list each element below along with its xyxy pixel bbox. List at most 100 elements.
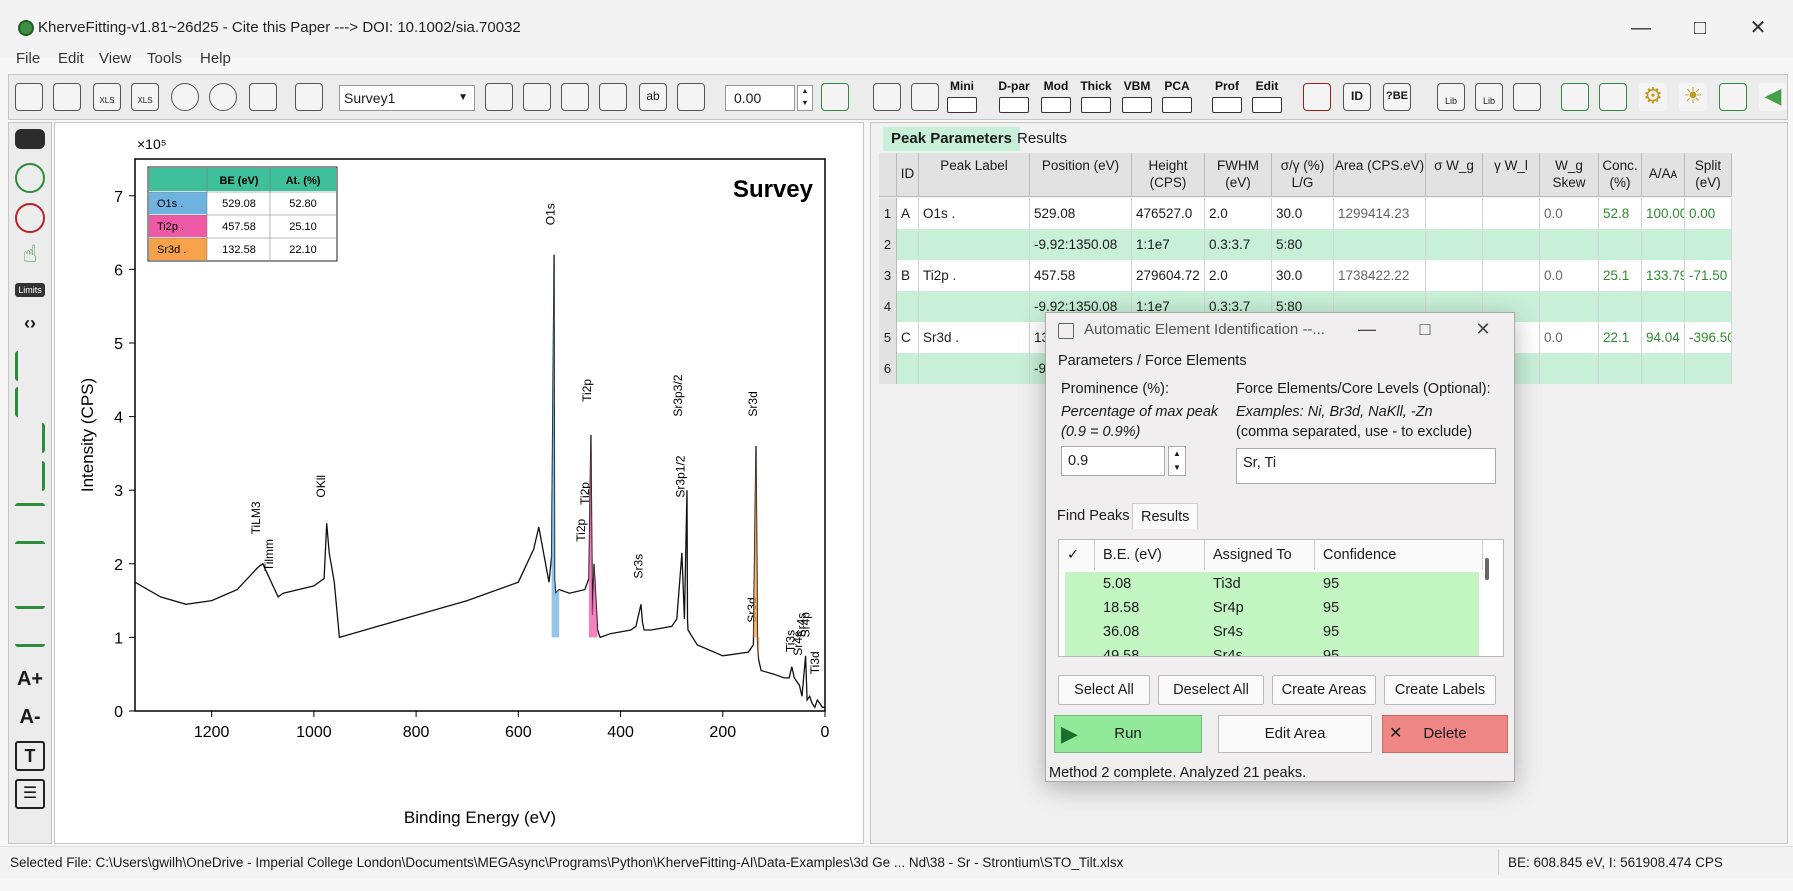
row-number[interactable]: 5: [879, 322, 897, 353]
grid-cell[interactable]: 1299414.23: [1334, 198, 1426, 229]
grid-cell[interactable]: 0.00: [1685, 198, 1732, 229]
open-folder-icon[interactable]: [15, 83, 43, 111]
undo-icon[interactable]: [171, 83, 199, 111]
row-number[interactable]: 2: [879, 229, 897, 260]
pca-label[interactable]: PCA: [1160, 79, 1194, 93]
grid-cell[interactable]: 133.79: [1642, 260, 1685, 291]
create-areas-button[interactable]: Create Areas: [1272, 675, 1376, 705]
sheet-select[interactable]: Survey1 ▼: [339, 85, 475, 111]
dialog-minimize-button[interactable]: —: [1352, 317, 1382, 343]
table-row[interactable]: 1 A O1s . 529.08 476527.0 2.0 30.0 1299414.23 0.…: [879, 198, 1732, 229]
copy-icon[interactable]: [561, 83, 589, 111]
grid-cell[interactable]: 0.0: [1540, 322, 1599, 353]
grid-cell[interactable]: B: [897, 260, 919, 291]
grid-cell[interactable]: [1426, 260, 1483, 291]
col-assigned[interactable]: Assigned To: [1205, 540, 1315, 570]
menu-file[interactable]: File: [16, 50, 40, 67]
dpar-icon[interactable]: [999, 97, 1029, 113]
grid-cell[interactable]: [1483, 260, 1540, 291]
col-check[interactable]: ✓: [1059, 540, 1095, 570]
dpar-label[interactable]: D-par: [997, 79, 1031, 93]
prominence-input[interactable]: 0.9: [1061, 446, 1165, 476]
mini-label[interactable]: Mini: [945, 79, 979, 93]
offset-spinbox[interactable]: 0.00: [725, 85, 795, 111]
grid-cell[interactable]: [1642, 229, 1685, 260]
run-button[interactable]: ▶ Run: [1054, 715, 1202, 753]
shift-left-icon[interactable]: [15, 423, 45, 453]
grid-cell[interactable]: 22.1: [1599, 322, 1642, 353]
grid-cell[interactable]: Ti2p .: [919, 260, 1030, 291]
col-confidence[interactable]: Confidence: [1315, 540, 1483, 570]
dialog-tab-results[interactable]: Results: [1132, 503, 1199, 529]
grid-cell[interactable]: 1:1e7: [1132, 229, 1205, 260]
grid-cell[interactable]: 529.08: [1030, 198, 1132, 229]
grid-cell[interactable]: 5:80: [1272, 229, 1334, 260]
element-id-icon[interactable]: [1303, 83, 1331, 111]
result-row[interactable]: 18.58 Sr4p 95: [1065, 596, 1479, 620]
limits-icon[interactable]: Limits: [15, 283, 45, 297]
result-row[interactable]: 36.08 Sr4s 95: [1065, 620, 1479, 644]
grid-cell[interactable]: [897, 291, 919, 322]
grid-cell[interactable]: 0.0: [1540, 198, 1599, 229]
raise-icon[interactable]: [15, 503, 45, 533]
excel-icon[interactable]: [1561, 83, 1589, 111]
up-icon[interactable]: [15, 579, 45, 609]
results-scrollbar[interactable]: [1485, 558, 1489, 580]
mod-label[interactable]: Mod: [1039, 79, 1073, 93]
id-icon[interactable]: ID: [1343, 83, 1371, 111]
menu-help[interactable]: Help: [200, 50, 231, 67]
refresh-icon[interactable]: [485, 83, 513, 111]
dialog-close-button[interactable]: ✕: [1468, 317, 1498, 343]
grid-cell[interactable]: [1599, 291, 1642, 322]
grid-cell[interactable]: -396.50: [1685, 322, 1732, 353]
grid-cell[interactable]: [1599, 353, 1642, 384]
grid-cell[interactable]: [1483, 229, 1540, 260]
minimize-button[interactable]: —: [1626, 14, 1656, 44]
menu-edit[interactable]: Edit: [58, 50, 84, 67]
zoom-in-icon[interactable]: [15, 163, 45, 193]
grid-cell[interactable]: -71.50: [1685, 260, 1732, 291]
grid-cell[interactable]: [1642, 353, 1685, 384]
grid-cell[interactable]: 0.0: [1540, 260, 1599, 291]
result-row[interactable]: 49.58 Sr4s 95: [1065, 644, 1479, 656]
table-icon[interactable]: [599, 83, 627, 111]
grid-cell[interactable]: 30.0: [1272, 198, 1334, 229]
grid-cell[interactable]: [1426, 198, 1483, 229]
prof-icon[interactable]: [1212, 97, 1242, 113]
close-window-button[interactable]: ✕: [1743, 14, 1773, 44]
grid-cell[interactable]: [1426, 229, 1483, 260]
grid-cell[interactable]: [1540, 291, 1599, 322]
shift-right-icon[interactable]: [15, 461, 45, 491]
toggle-icon[interactable]: [15, 129, 45, 149]
pca-icon[interactable]: [1162, 97, 1192, 113]
grid-cell[interactable]: 2.0: [1205, 198, 1272, 229]
force-elements-input[interactable]: Sr, Ti: [1236, 448, 1496, 484]
grid-cell[interactable]: [1685, 229, 1732, 260]
thick-label[interactable]: Thick: [1079, 79, 1113, 93]
multi-peak-icon[interactable]: [911, 83, 939, 111]
grid-cell[interactable]: [1540, 353, 1599, 384]
table-row[interactable]: 3 B Ti2p . 457.58 279604.72 2.0 30.0 1738422.22…: [879, 260, 1732, 291]
library-open-icon[interactable]: Lib: [1475, 83, 1503, 111]
edit-area-button[interactable]: Edit Area: [1218, 715, 1372, 753]
grid-cell[interactable]: [1599, 229, 1642, 260]
legend-list-icon[interactable]: ☰: [15, 779, 45, 809]
menu-tools[interactable]: Tools: [147, 50, 182, 67]
text-box-icon[interactable]: ab: [639, 83, 667, 111]
spinbox-arrows[interactable]: ▲ ▼: [797, 85, 813, 111]
grid-cell[interactable]: 279604.72: [1132, 260, 1205, 291]
vbm-label[interactable]: VBM: [1120, 79, 1154, 93]
grid-cell[interactable]: [1642, 291, 1685, 322]
zoom-out-icon[interactable]: [15, 203, 45, 233]
delete-button[interactable]: ✕ Delete: [1382, 715, 1508, 753]
result-row[interactable]: 5.08 Ti3d 95: [1065, 572, 1479, 596]
row-number[interactable]: 1: [879, 198, 897, 229]
grid-view-icon[interactable]: [1719, 83, 1747, 111]
grid-cell[interactable]: -9.92:1350.08: [1030, 229, 1132, 260]
row-number[interactable]: 3: [879, 260, 897, 291]
save-icon[interactable]: [53, 83, 81, 111]
theme-sun-icon[interactable]: ☀: [1679, 83, 1707, 111]
grid-cell[interactable]: 100.00: [1642, 198, 1685, 229]
grid-cell[interactable]: 457.58: [1030, 260, 1132, 291]
grid-cell[interactable]: 1738422.22: [1334, 260, 1426, 291]
